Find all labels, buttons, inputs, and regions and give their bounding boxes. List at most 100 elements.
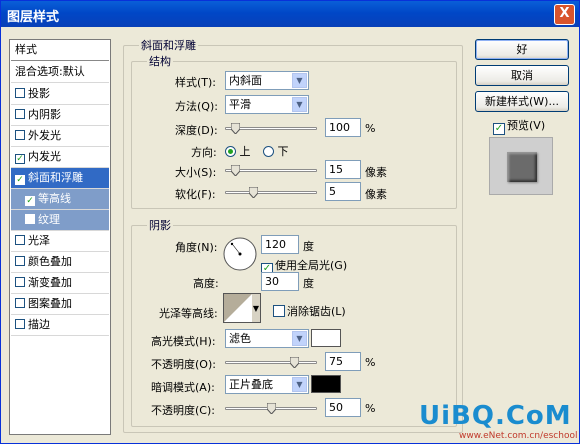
depth-input[interactable]: 100 — [325, 118, 361, 137]
soften-slider-thumb[interactable] — [249, 187, 258, 198]
size-unit: 像素 — [365, 166, 387, 179]
style-item-label: 描边 — [28, 318, 50, 331]
style-list: 样式 混合选项:默认 投影 内阴影 外发光 ✓ 内发光 ✓ 斜面和浮雕 ✓ 等高线 纹理 光泽 颜色叠… — [9, 39, 111, 435]
direction-down-option[interactable]: 下 — [263, 143, 289, 159]
shading-group — [131, 225, 457, 427]
watermark-url: www.eNet.com.cn/eschool — [459, 431, 578, 441]
checkbox-unchecked-icon[interactable] — [273, 305, 285, 317]
chevron-down-icon: ▼ — [292, 97, 307, 112]
checkbox-checked-icon[interactable]: ✓ — [15, 154, 25, 164]
close-button[interactable]: X — [554, 4, 575, 25]
checkbox-checked-icon[interactable]: ✓ — [15, 175, 25, 185]
altitude-unit: 度 — [303, 277, 314, 290]
shadow-opacity-slider[interactable] — [225, 403, 317, 414]
checkbox-unchecked-icon[interactable] — [15, 256, 25, 266]
highlight-opacity-slider[interactable] — [225, 357, 317, 368]
preview-swatch — [507, 152, 537, 182]
size-input[interactable]: 15 — [325, 160, 361, 179]
chevron-down-icon: ▼ — [292, 73, 307, 88]
preview-option[interactable]: ✓ 预览(V) — [493, 117, 545, 135]
shadow-color-swatch[interactable] — [311, 375, 341, 393]
size-slider[interactable] — [225, 165, 317, 176]
highlight-mode-select[interactable]: 滤色 ▼ — [225, 329, 309, 348]
style-item-label: 斜面和浮雕 — [28, 171, 83, 184]
technique-select[interactable]: 平滑 ▼ — [225, 95, 309, 114]
checkbox-unchecked-icon[interactable] — [15, 298, 25, 308]
style-item[interactable]: 纹理 — [11, 210, 109, 231]
contour-curve-icon — [224, 294, 252, 322]
altitude-label: 高度: — [193, 277, 219, 290]
style-item[interactable]: 内阴影 — [11, 105, 109, 126]
new-style-button[interactable]: 新建样式(W)... — [475, 91, 569, 112]
style-item-label: 投影 — [28, 87, 50, 100]
highlight-opacity-input[interactable]: 75 — [325, 352, 361, 371]
checkbox-unchecked-icon[interactable] — [25, 214, 35, 224]
angle-input[interactable]: 120 — [261, 235, 299, 254]
antialias-option[interactable]: 消除锯齿(L) — [273, 303, 346, 319]
altitude-input[interactable]: 30 — [261, 272, 299, 291]
shadow-opacity-thumb[interactable] — [267, 403, 276, 414]
soften-input[interactable]: 5 — [325, 182, 361, 201]
highlight-opacity-unit: % — [365, 356, 376, 369]
style-item[interactable]: 渐变叠加 — [11, 273, 109, 294]
gloss-contour-picker[interactable]: ▼ — [223, 293, 261, 323]
gloss-contour-label: 光泽等高线: — [159, 307, 218, 320]
checkbox-unchecked-icon[interactable] — [15, 235, 25, 245]
chevron-down-icon: ▼ — [292, 377, 307, 392]
style-item[interactable]: 外发光 — [11, 126, 109, 147]
blend-options-item[interactable]: 混合选项:默认 — [11, 62, 109, 83]
direction-up-option[interactable]: 上 — [225, 143, 251, 159]
soften-slider[interactable] — [225, 187, 317, 198]
style-item-label: 纹理 — [38, 213, 60, 226]
depth-slider-thumb[interactable] — [231, 123, 240, 134]
close-icon: X — [559, 6, 570, 21]
depth-unit: % — [365, 122, 376, 135]
shadow-mode-select[interactable]: 正片叠底 ▼ — [225, 375, 309, 394]
title-bar: 图层样式 X — [1, 1, 579, 27]
angle-dial[interactable] — [223, 237, 257, 271]
ok-button[interactable]: 好 — [475, 39, 569, 60]
style-item[interactable]: 投影 — [11, 84, 109, 105]
checkbox-unchecked-icon[interactable] — [15, 130, 25, 140]
shadow-opacity-input[interactable]: 50 — [325, 398, 361, 417]
shadow-mode-label: 暗调模式(A): — [151, 381, 215, 394]
highlight-mode-label: 高光模式(H): — [151, 335, 216, 348]
style-item[interactable]: ✓ 等高线 — [11, 189, 109, 210]
chevron-down-icon: ▼ — [292, 331, 307, 346]
radio-off-icon[interactable] — [263, 146, 274, 157]
technique-label: 方法(Q): — [175, 100, 218, 113]
style-item[interactable]: ✓ 斜面和浮雕 — [11, 168, 109, 189]
checkbox-unchecked-icon[interactable] — [15, 88, 25, 98]
style-select[interactable]: 内斜面 ▼ — [225, 71, 309, 90]
style-item-label: 外发光 — [28, 129, 61, 142]
style-item[interactable]: ✓ 内发光 — [11, 147, 109, 168]
highlight-opacity-label: 不透明度(O): — [151, 358, 216, 371]
angle-dial-icon — [223, 237, 257, 271]
style-item[interactable]: 光泽 — [11, 231, 109, 252]
style-item[interactable]: 图案叠加 — [11, 294, 109, 315]
checkbox-unchecked-icon[interactable] — [15, 319, 25, 329]
style-item[interactable]: 描边 — [11, 315, 109, 336]
angle-label: 角度(N): — [175, 241, 218, 254]
watermark: UiBQ.CoM www.eNet.com.cn/eschool — [419, 399, 579, 443]
depth-label: 深度(D): — [175, 124, 218, 137]
style-item[interactable]: 颜色叠加 — [11, 252, 109, 273]
checkbox-checked-icon[interactable]: ✓ — [25, 196, 35, 206]
size-slider-thumb[interactable] — [231, 165, 240, 176]
direction-label: 方向: — [191, 146, 217, 159]
style-item-label: 图案叠加 — [28, 297, 72, 310]
style-item-label: 光泽 — [28, 234, 50, 247]
depth-slider[interactable] — [225, 123, 317, 134]
shading-title: 阴影 — [147, 217, 173, 233]
checkbox-unchecked-icon[interactable] — [15, 277, 25, 287]
style-label: 样式(T): — [175, 76, 217, 89]
cancel-button[interactable]: 取消 — [475, 65, 569, 86]
highlight-color-swatch[interactable] — [311, 329, 341, 347]
radio-on-icon[interactable] — [225, 146, 236, 157]
structure-title: 结构 — [147, 53, 173, 69]
layer-style-dialog: 图层样式 X 样式 混合选项:默认 投影 内阴影 外发光 ✓ 内发光 ✓ 斜面和浮雕 ✓ 等高线… — [0, 0, 580, 444]
checkbox-checked-icon[interactable]: ✓ — [493, 123, 505, 135]
checkbox-unchecked-icon[interactable] — [15, 109, 25, 119]
style-item-label: 等高线 — [38, 192, 71, 205]
highlight-opacity-thumb[interactable] — [289, 357, 299, 368]
